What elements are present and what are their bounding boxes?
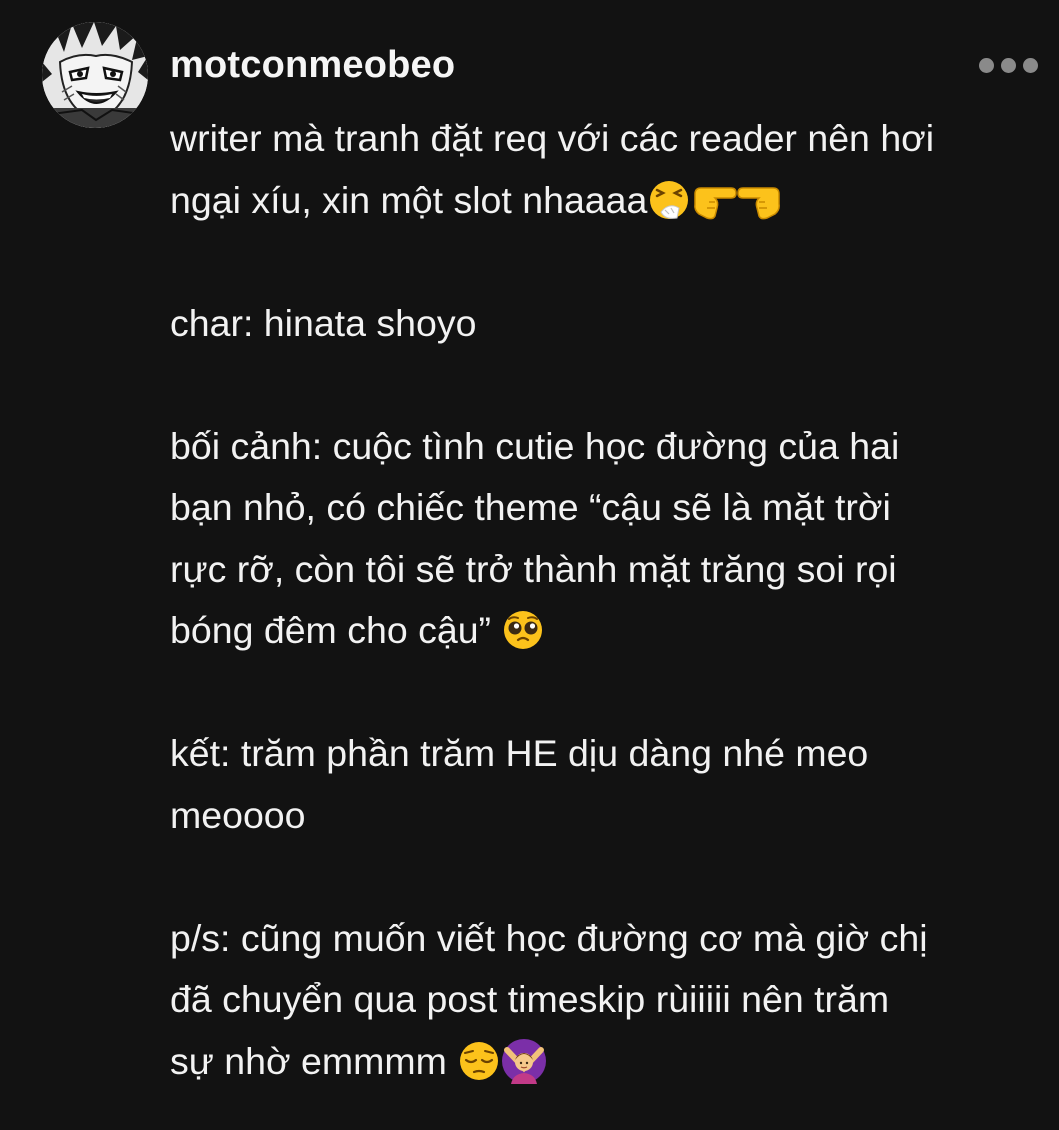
manga-character-avatar-icon (42, 22, 148, 128)
post-text-line: p/s: cũng muốn viết học đường cơ mà giờ … (170, 916, 928, 959)
avatar[interactable] (42, 22, 148, 128)
post-text-line: đã chuyển qua post timeskip rùiiiii nên … (170, 978, 890, 1020)
post-text-line: bạn nhỏ, có chiếc theme “cậu sẽ là mặt t… (170, 486, 891, 528)
post-text-line: kết: trăm phần trăm HE dịu dàng nhé meo (170, 732, 869, 774)
pleading-face-emoji (501, 608, 545, 652)
backhand-index-pointing-left-emoji (737, 178, 783, 222)
post-text: ngại xíu, xin một slot nhaaaa (170, 178, 648, 221)
post-text: sự nhờ emmmm (170, 1039, 447, 1082)
post-text-line-with-emoji: ngại xíu, xin một slot nhaaaa (170, 170, 1040, 232)
post-text-line: bối cảnh: cuộc tình cutie học đường của … (170, 424, 900, 467)
post-text-line: meoooo (170, 793, 306, 836)
more-options-button[interactable] (972, 48, 1044, 82)
more-dots-icon (978, 57, 994, 73)
post-body: writer mà tranh đặt req với các reader n… (170, 108, 1040, 1092)
more-dots-icon (1000, 57, 1016, 73)
post-text-line: writer mà tranh đặt req với các reader n… (170, 117, 935, 159)
backhand-index-pointing-right-emoji (691, 178, 738, 222)
more-dots-icon (1022, 57, 1038, 73)
pensive-face-emoji (457, 1039, 501, 1083)
post-text-line-with-emoji: sự nhờ emmmm (170, 1031, 1040, 1093)
person-gesturing-no-emoji (501, 1038, 547, 1084)
post-text-line-with-emoji: bóng đêm cho cậu” (170, 600, 1040, 662)
post-text-line: rực rỡ, còn tôi sẽ trở thành mặt trăng s… (170, 547, 897, 590)
post-text-line: char: hinata shoyo (170, 301, 477, 344)
thread-post: motconmeobeo writer mà tranh đặt req với… (0, 0, 1059, 1130)
post-text: bóng đêm cho cậu” (170, 609, 492, 651)
sneezing-face-emoji (647, 178, 691, 222)
username[interactable]: motconmeobeo (170, 40, 455, 90)
